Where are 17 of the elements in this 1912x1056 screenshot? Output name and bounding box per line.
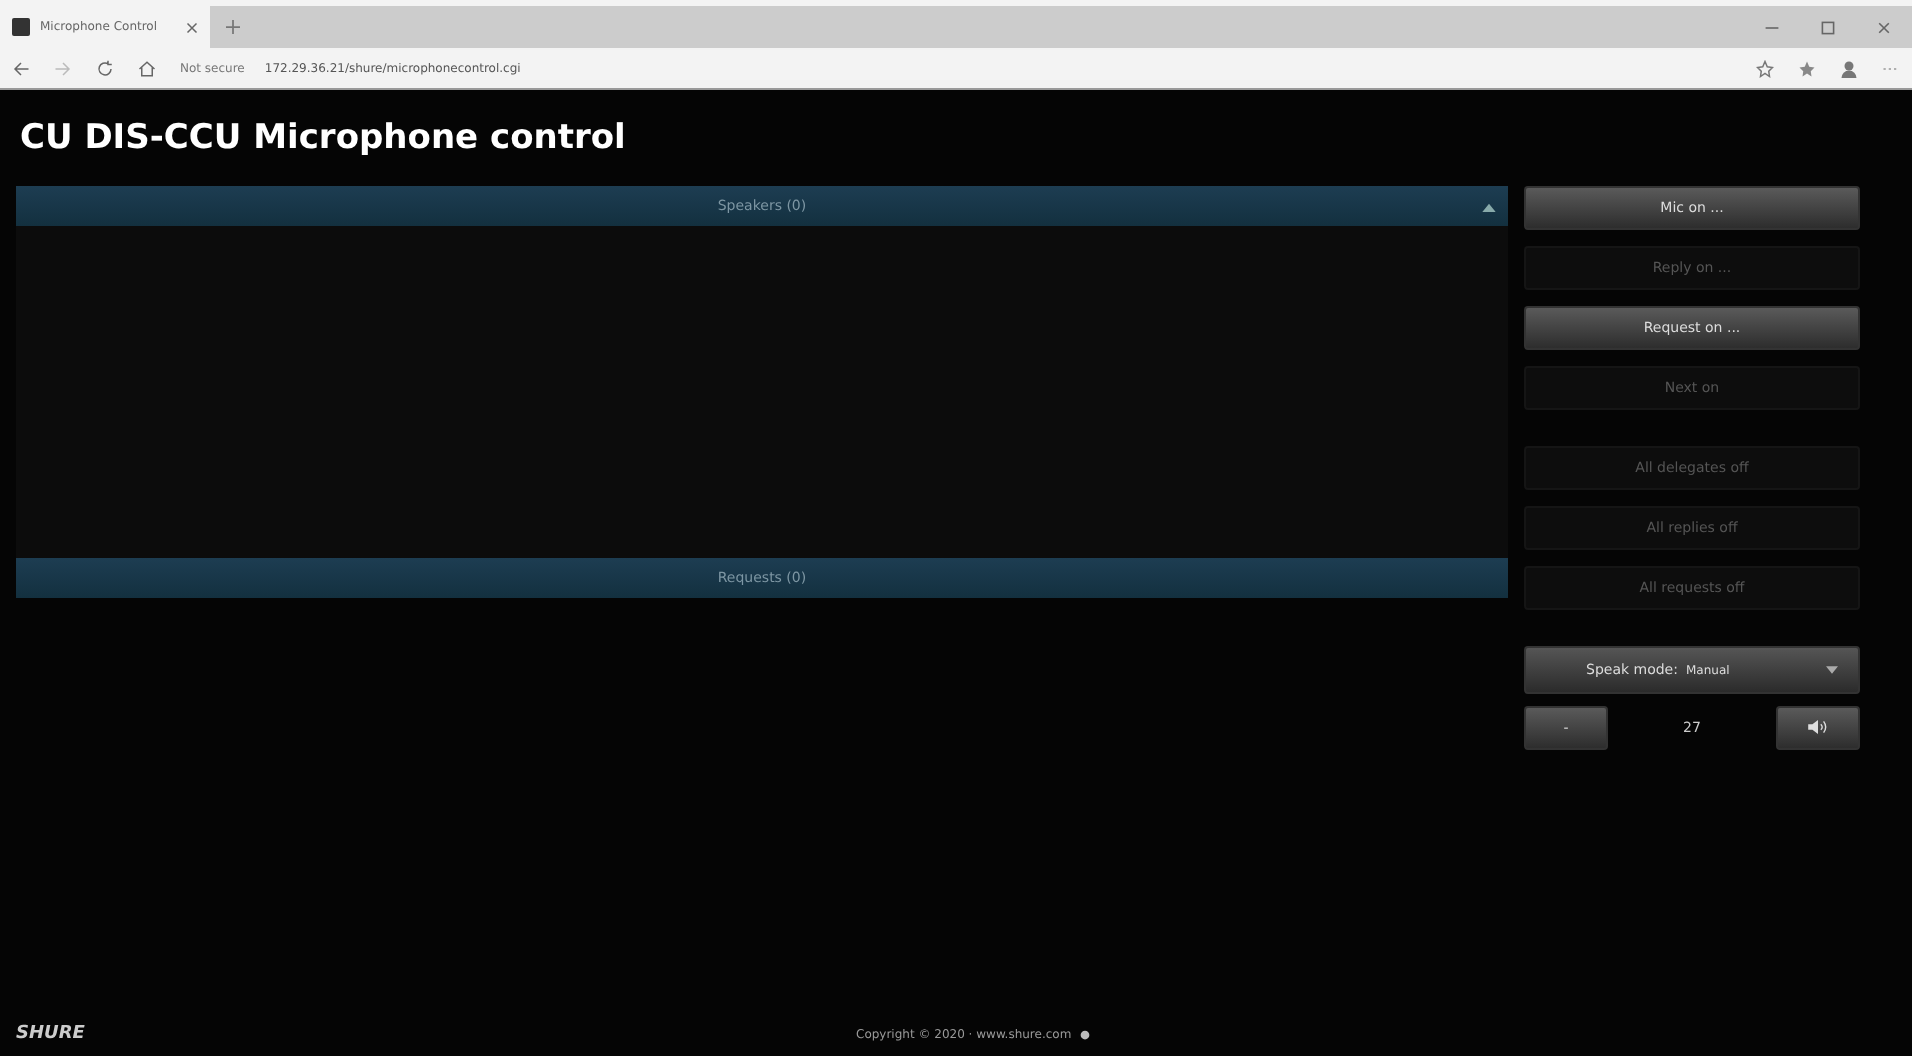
star-icon[interactable] xyxy=(1756,59,1774,77)
volume-up-button[interactable] xyxy=(1776,706,1860,750)
favorites-icon[interactable] xyxy=(1798,59,1816,77)
back-icon[interactable] xyxy=(12,59,30,77)
speaker-icon xyxy=(1808,719,1828,733)
favicon-icon xyxy=(12,18,30,36)
caret-icon xyxy=(1482,201,1496,211)
brand-logo: SHURE xyxy=(16,1024,87,1044)
profile-icon[interactable] xyxy=(1840,59,1858,77)
dropdown-arrow-icon xyxy=(1826,666,1838,674)
close-icon[interactable] xyxy=(1876,19,1892,35)
page-title: CU DIS-CCU Microphone control xyxy=(20,118,628,158)
close-icon[interactable] xyxy=(186,21,198,33)
maximize-icon[interactable] xyxy=(1820,19,1836,35)
home-icon[interactable] xyxy=(138,59,156,77)
new-tab-icon[interactable] xyxy=(226,20,240,34)
refresh-icon[interactable] xyxy=(96,59,114,77)
